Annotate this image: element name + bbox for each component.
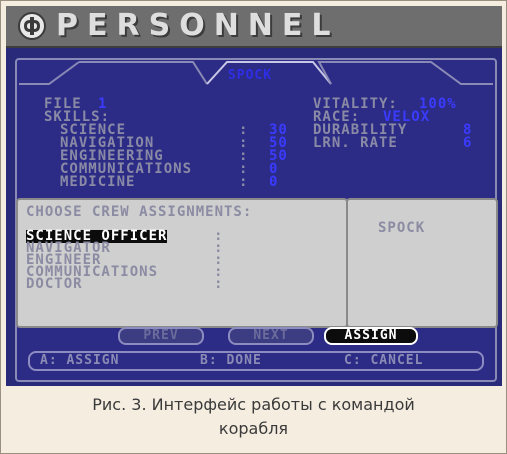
next-button[interactable]: NEXT <box>228 327 314 345</box>
assignment-doctor[interactable]: DOCTOR <box>26 277 83 291</box>
selected-crew-box: SPOCK <box>346 198 498 328</box>
skill-name: MEDICINE <box>60 174 136 190</box>
starfleet-logo-icon <box>18 12 46 40</box>
skill-colon: : <box>239 174 249 190</box>
selected-crew-name: SPOCK <box>378 220 426 236</box>
prev-button[interactable]: PREV <box>118 327 204 345</box>
learning-rate-label: LRN. RATE <box>313 135 398 151</box>
command-bar: A: ASSIGN B: DONE C: CANCEL <box>28 351 484 371</box>
caption-line-2: корабля <box>218 419 289 438</box>
tab-crew-member[interactable]: SPOCK <box>215 68 285 83</box>
assign-button[interactable]: ASSIGN <box>324 327 418 345</box>
game-screen: PERSONNEL SPOCK FILE 1 SKILLS: SCIENCE :… <box>6 6 502 386</box>
assignment-header: CHOOSE CREW ASSIGNMENTS: <box>26 204 253 220</box>
command-done[interactable]: B: DONE <box>200 354 262 368</box>
title-bar: PERSONNEL <box>6 6 502 48</box>
learning-rate-value: 6 <box>463 135 473 151</box>
screen-title: PERSONNEL <box>56 8 340 43</box>
command-assign[interactable]: A: ASSIGN <box>40 354 119 368</box>
assignment-colon: : <box>214 276 224 292</box>
assignment-box: CHOOSE CREW ASSIGNMENTS: SCIENCE OFFICER… <box>16 198 348 328</box>
caption-line-1: Рис. 3. Интерфейс работы с командой <box>92 395 415 414</box>
figure-frame: PERSONNEL SPOCK FILE 1 SKILLS: SCIENCE :… <box>0 0 507 454</box>
command-cancel[interactable]: C: CANCEL <box>344 354 423 368</box>
figure-caption: Рис. 3. Интерфейс работы с командой кора… <box>1 393 506 441</box>
skill-value: 0 <box>269 174 279 190</box>
